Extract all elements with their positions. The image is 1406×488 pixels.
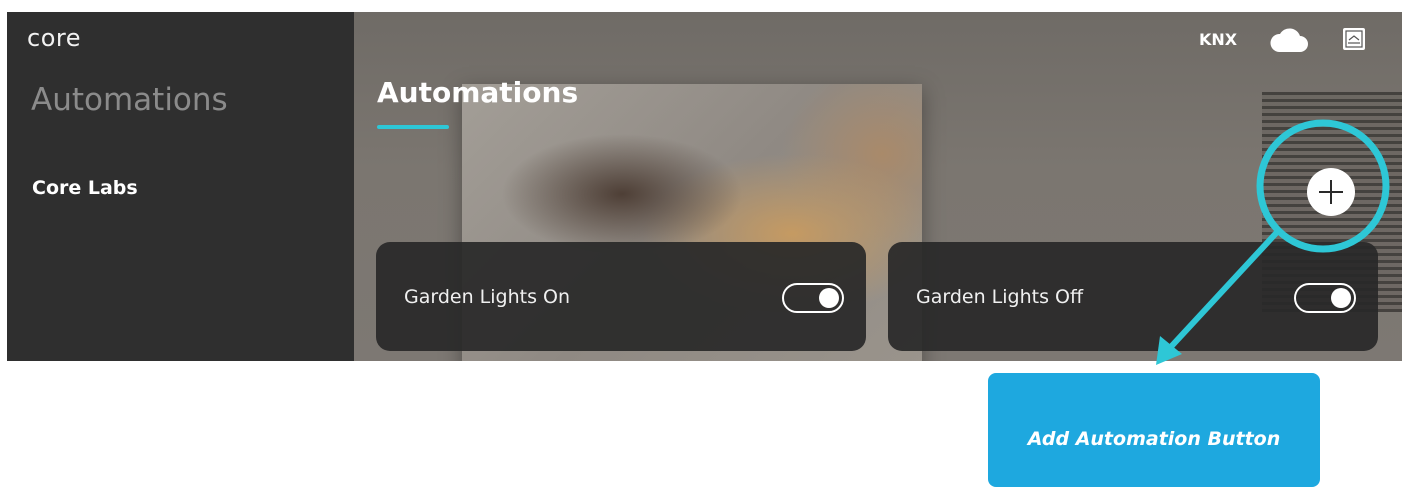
callout-label: Add Automation Button	[1027, 428, 1281, 450]
main-panel: Automations KNX Garden Lights On Garden	[354, 12, 1402, 361]
automation-toggle[interactable]	[782, 283, 844, 313]
add-automation-button[interactable]	[1307, 168, 1355, 216]
automation-name: Garden Lights Off	[916, 286, 1084, 308]
gateway-icon[interactable]	[1342, 27, 1366, 51]
sidebar-title: Automations	[31, 82, 228, 118]
automation-toggle[interactable]	[1294, 283, 1356, 313]
sidebar-item-core-labs[interactable]: Core Labs	[32, 177, 138, 199]
knx-status-label: KNX	[1199, 30, 1238, 49]
toggle-knob	[1331, 288, 1351, 308]
sidebar: core Automations Core Labs	[7, 12, 354, 361]
annotation-callout: Add Automation Button	[988, 373, 1320, 487]
title-underline	[377, 125, 449, 129]
automation-card[interactable]: Garden Lights On	[376, 242, 866, 351]
plus-icon	[1319, 180, 1343, 204]
toggle-knob	[819, 288, 839, 308]
app-logo: core	[27, 24, 81, 52]
app-window: core Automations Core Labs Automations K…	[7, 12, 1402, 361]
automation-name: Garden Lights On	[404, 286, 571, 308]
cloud-icon	[1270, 28, 1308, 52]
automation-card[interactable]: Garden Lights Off	[888, 242, 1378, 351]
page-title: Automations	[377, 76, 579, 109]
